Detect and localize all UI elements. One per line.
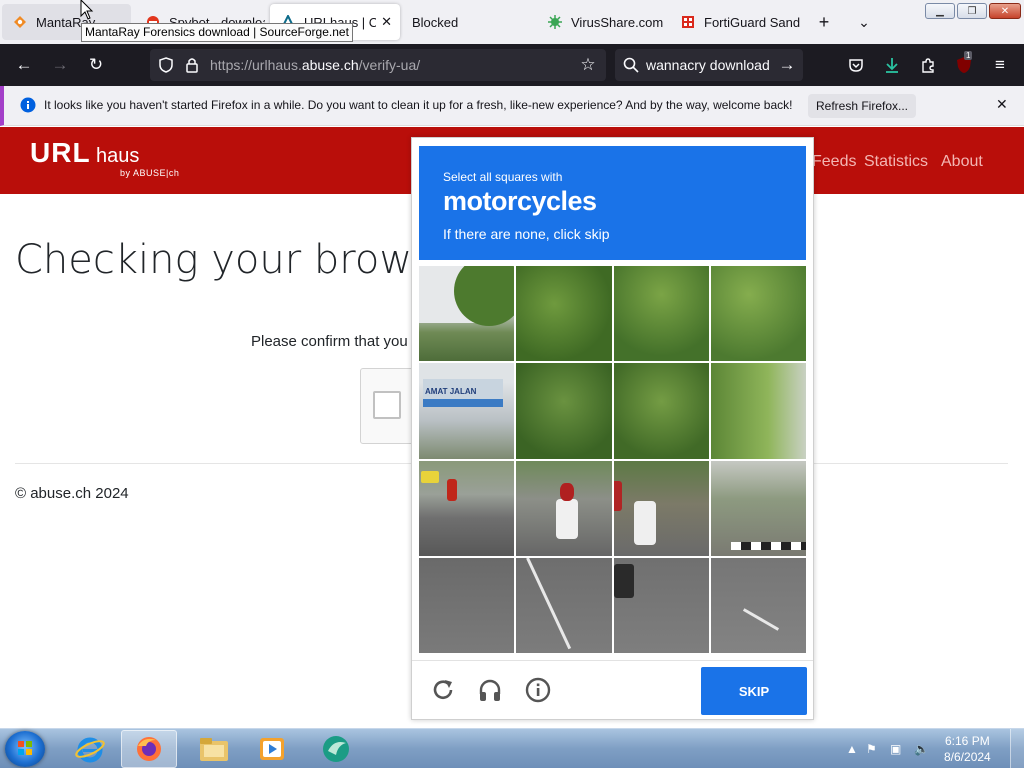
mantaray-favicon-icon	[12, 14, 28, 30]
captcha-tile[interactable]	[419, 460, 515, 556]
clock[interactable]: 6:16 PM 8/6/2024	[944, 733, 991, 765]
captcha-tile[interactable]	[710, 363, 806, 459]
captcha-instructions: Select all squares with motorcycles If t…	[419, 146, 806, 260]
page-title: Checking your browser	[15, 237, 474, 283]
show-desktop-button[interactable]	[1010, 729, 1024, 768]
captcha-tile[interactable]	[419, 266, 515, 362]
tab-close-icon[interactable]: ✕	[381, 14, 392, 30]
search-icon	[619, 53, 643, 77]
captcha-tile[interactable]	[710, 557, 806, 653]
captcha-image-grid: AMAT JALAN	[419, 266, 806, 653]
captcha-tile[interactable]	[613, 557, 709, 653]
captcha-line1: Select all squares with	[443, 170, 563, 184]
close-window-button[interactable]: ✕	[989, 3, 1021, 19]
tracking-shield-icon[interactable]	[154, 53, 178, 77]
captcha-challenge: Select all squares with motorcycles If t…	[411, 137, 814, 720]
url-bar[interactable]: https://urlhaus.abuse.ch/verify-ua/ ☆	[150, 49, 606, 81]
pocket-icon[interactable]	[844, 53, 868, 77]
lock-icon[interactable]	[180, 53, 204, 77]
nav-link-feeds[interactable]: Feeds	[812, 153, 856, 171]
notification-text: It looks like you haven't started Firefo…	[44, 98, 793, 112]
file-explorer-icon[interactable]	[186, 730, 242, 768]
captcha-tile[interactable]	[710, 460, 806, 556]
tab-label: FortiGuard Sandbox	[704, 14, 800, 30]
navigation-toolbar: ← → ↻ https://urlhaus.abuse.ch/verify-ua…	[0, 44, 1024, 86]
notification-bar: It looks like you haven't started Firefo…	[0, 86, 1024, 126]
restore-button[interactable]: ❐	[957, 3, 987, 19]
green-app-icon[interactable]	[308, 730, 364, 768]
confirm-text: Please confirm that you	[251, 333, 408, 350]
windows-taskbar: ▲ ⚑ ▣ 🔈 6:16 PM 8/6/2024	[0, 728, 1024, 768]
logo-haus[interactable]: haus	[96, 145, 139, 168]
close-notification-icon[interactable]: ✕	[996, 96, 1008, 113]
nav-link-about[interactable]: About	[941, 153, 983, 171]
tab-label: VirusShare.com	[571, 14, 664, 30]
captcha-target: motorcycles	[443, 186, 597, 216]
internet-explorer-icon[interactable]	[62, 730, 118, 768]
tab-tooltip: MantaRay Forensics download | SourceForg…	[81, 23, 353, 42]
extensions-puzzle-icon[interactable]	[916, 53, 940, 77]
captcha-tile[interactable]	[710, 266, 806, 362]
logo-subtitle: by ABUSE|ch	[120, 168, 180, 178]
audio-challenge-headphones-icon[interactable]	[475, 675, 505, 705]
tab-blocked[interactable]: Blocked	[402, 4, 532, 40]
captcha-tile[interactable]	[613, 266, 709, 362]
show-hidden-icons-icon[interactable]: ▲	[846, 742, 858, 756]
mouse-cursor-icon	[80, 0, 94, 20]
network-icon[interactable]: ▣	[890, 742, 901, 756]
clock-time: 6:16 PM	[945, 734, 990, 748]
new-tab-button[interactable]: +	[811, 10, 837, 34]
captcha-line3: If there are none, click skip	[443, 226, 610, 242]
captcha-tile[interactable]	[613, 363, 709, 459]
download-icon[interactable]	[880, 53, 904, 77]
list-tabs-chevron-down-icon[interactable]: ⌄	[851, 10, 877, 34]
reload-challenge-icon[interactable]	[428, 675, 458, 705]
start-button-windows-icon[interactable]	[5, 731, 45, 767]
url-text[interactable]: https://urlhaus.abuse.ch/verify-ua/	[210, 57, 420, 73]
sign-text: AMAT JALAN	[425, 387, 477, 397]
firefox-taskbar-icon[interactable]	[121, 730, 177, 768]
search-bar[interactable]: wannacry download →	[615, 49, 803, 81]
info-icon	[20, 97, 36, 118]
tab-virusshare[interactable]: VirusShare.com	[537, 4, 667, 40]
virusshare-favicon-icon	[547, 14, 563, 30]
tab-fortiguard[interactable]: FortiGuard Sandbox	[670, 4, 800, 40]
skip-button[interactable]: SKIP	[701, 667, 807, 715]
captcha-tile[interactable]	[516, 460, 612, 556]
logo-url[interactable]: URL	[30, 137, 91, 169]
captcha-tile[interactable]	[516, 363, 612, 459]
media-player-icon[interactable]	[244, 730, 300, 768]
captcha-tile[interactable]	[516, 266, 612, 362]
refresh-firefox-button[interactable]: Refresh Firefox...	[808, 94, 916, 118]
minimize-button[interactable]: ▁	[925, 3, 955, 19]
action-center-flag-icon[interactable]: ⚑	[866, 742, 877, 756]
reload-icon[interactable]: ↻	[84, 53, 108, 77]
bookmark-star-icon[interactable]: ☆	[576, 53, 600, 77]
clock-date: 8/6/2024	[944, 750, 991, 764]
captcha-tile[interactable]	[613, 460, 709, 556]
help-info-icon[interactable]	[523, 675, 553, 705]
captcha-footer: SKIP	[412, 660, 813, 720]
nav-link-statistics[interactable]: Statistics	[864, 153, 928, 171]
captcha-tile[interactable]	[516, 557, 612, 653]
footer-copyright: © abuse.ch 2024	[15, 485, 129, 502]
ublock-extension-icon[interactable]: 1	[952, 51, 976, 77]
back-arrow-icon[interactable]: ←	[12, 53, 36, 77]
go-arrow-icon[interactable]: →	[775, 53, 799, 77]
captcha-tile[interactable]: AMAT JALAN	[419, 363, 515, 459]
captcha-tile[interactable]	[419, 557, 515, 653]
fortiguard-favicon-icon	[680, 14, 696, 30]
recaptcha-checkbox[interactable]	[373, 391, 401, 419]
extension-badge: 1	[964, 51, 973, 60]
tab-label: Blocked	[412, 14, 459, 30]
forward-arrow-icon[interactable]: →	[48, 53, 72, 77]
search-query[interactable]: wannacry download	[646, 57, 770, 73]
hamburger-menu-icon[interactable]: ≡	[988, 53, 1012, 77]
volume-muted-icon[interactable]: 🔈	[914, 742, 929, 756]
